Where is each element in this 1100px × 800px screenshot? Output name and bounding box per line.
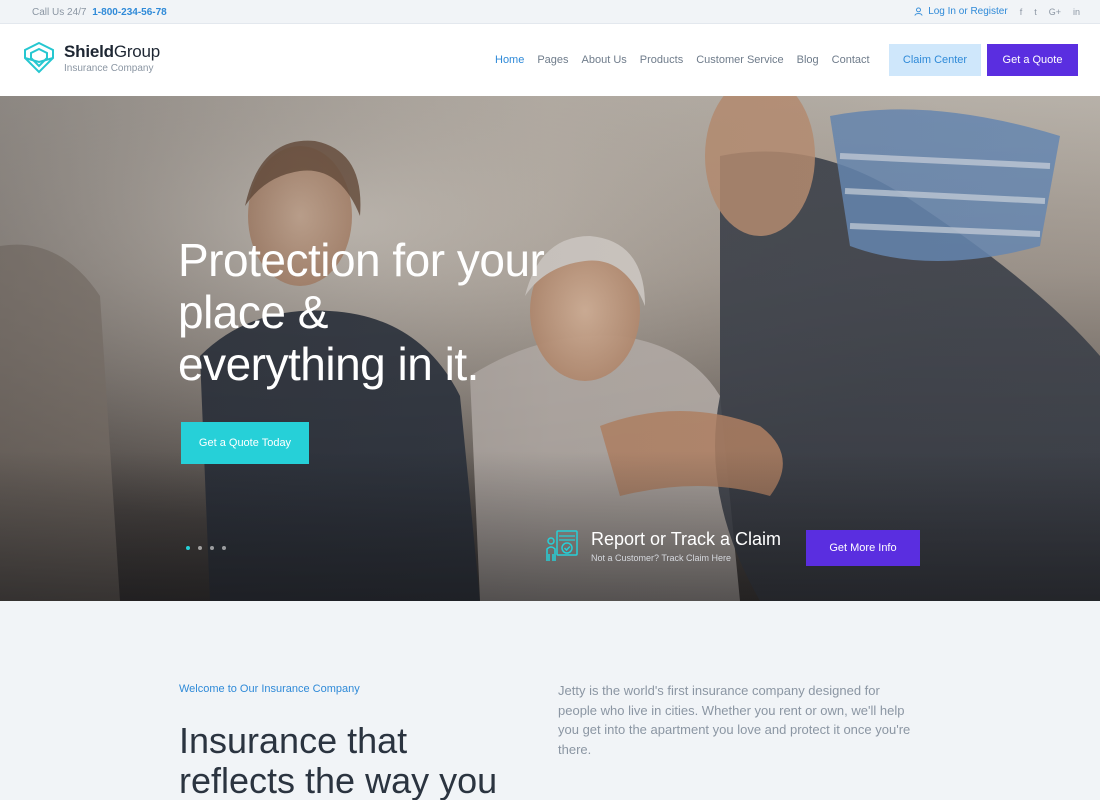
welcome-description: Jetty is the world's first insurance com… [558,683,911,757]
slider-dots [186,546,226,550]
hero-bottom-overlay [0,451,1100,601]
nav-contact[interactable]: Contact [832,54,870,66]
facebook-icon[interactable]: f [1020,7,1023,17]
nav-customer-service[interactable]: Customer Service [696,54,783,66]
phone-number[interactable]: 1-800-234-56-78 [92,7,167,18]
google-plus-icon[interactable]: G+ [1049,7,1061,17]
claim-promo[interactable]: Report or Track a Claim Not a Customer? … [545,528,781,564]
claim-report-icon [546,530,578,561]
main-nav: Home Pages About Us Products Customer Se… [495,54,870,66]
hero-title: Protection for your place & everything i… [178,234,545,390]
get-more-info-button[interactable]: Get More Info [806,530,920,566]
welcome-section: Welcome to Our Insurance Company Insuran… [0,601,1100,800]
user-icon [914,7,923,16]
nav-about-us[interactable]: About Us [582,54,627,66]
nav-home[interactable]: Home [495,54,524,66]
login-label: Log In or Register [928,6,1008,17]
welcome-heading: Insurance that reflects the way you [179,720,498,800]
slider-dot-2[interactable] [198,546,202,550]
linkedin-icon[interactable]: in [1073,7,1080,17]
shield-logo-icon [24,41,54,74]
top-bar: Call Us 24/7 1-800-234-56-78 Log In or R… [0,0,1100,24]
brand-name: ShieldGroup [64,42,161,61]
slider-dot-1[interactable] [186,546,190,550]
slider-dot-4[interactable] [222,546,226,550]
site-header: ShieldGroup Insurance Company Home Pages… [0,24,1100,96]
brand-subtitle: Insurance Company [64,63,154,74]
claim-center-button[interactable]: Claim Center [889,44,981,76]
call-label: Call Us 24/7 [32,7,87,18]
welcome-eyebrow: Welcome to Our Insurance Company [179,683,360,695]
slider-dot-3[interactable] [210,546,214,550]
claim-title: Report or Track a Claim [591,529,782,549]
get-a-quote-today-button[interactable]: Get a Quote Today [181,422,309,464]
social-links: f t G+ in [1020,7,1080,17]
get-a-quote-button[interactable]: Get a Quote [987,44,1078,76]
login-link[interactable]: Log In or Register [914,6,1008,17]
twitter-icon[interactable]: t [1034,7,1037,17]
nav-pages[interactable]: Pages [537,54,568,66]
call-info: Call Us 24/7 1-800-234-56-78 [32,7,167,18]
top-bar-right: Log In or Register f t G+ in [914,6,1080,17]
nav-blog[interactable]: Blog [797,54,819,66]
claim-subtitle[interactable]: Not a Customer? Track Claim Here [591,553,781,563]
logo[interactable]: ShieldGroup Insurance Company [22,41,160,75]
nav-products[interactable]: Products [640,54,683,66]
hero-slider: Protection for your place & everything i… [0,96,1100,601]
